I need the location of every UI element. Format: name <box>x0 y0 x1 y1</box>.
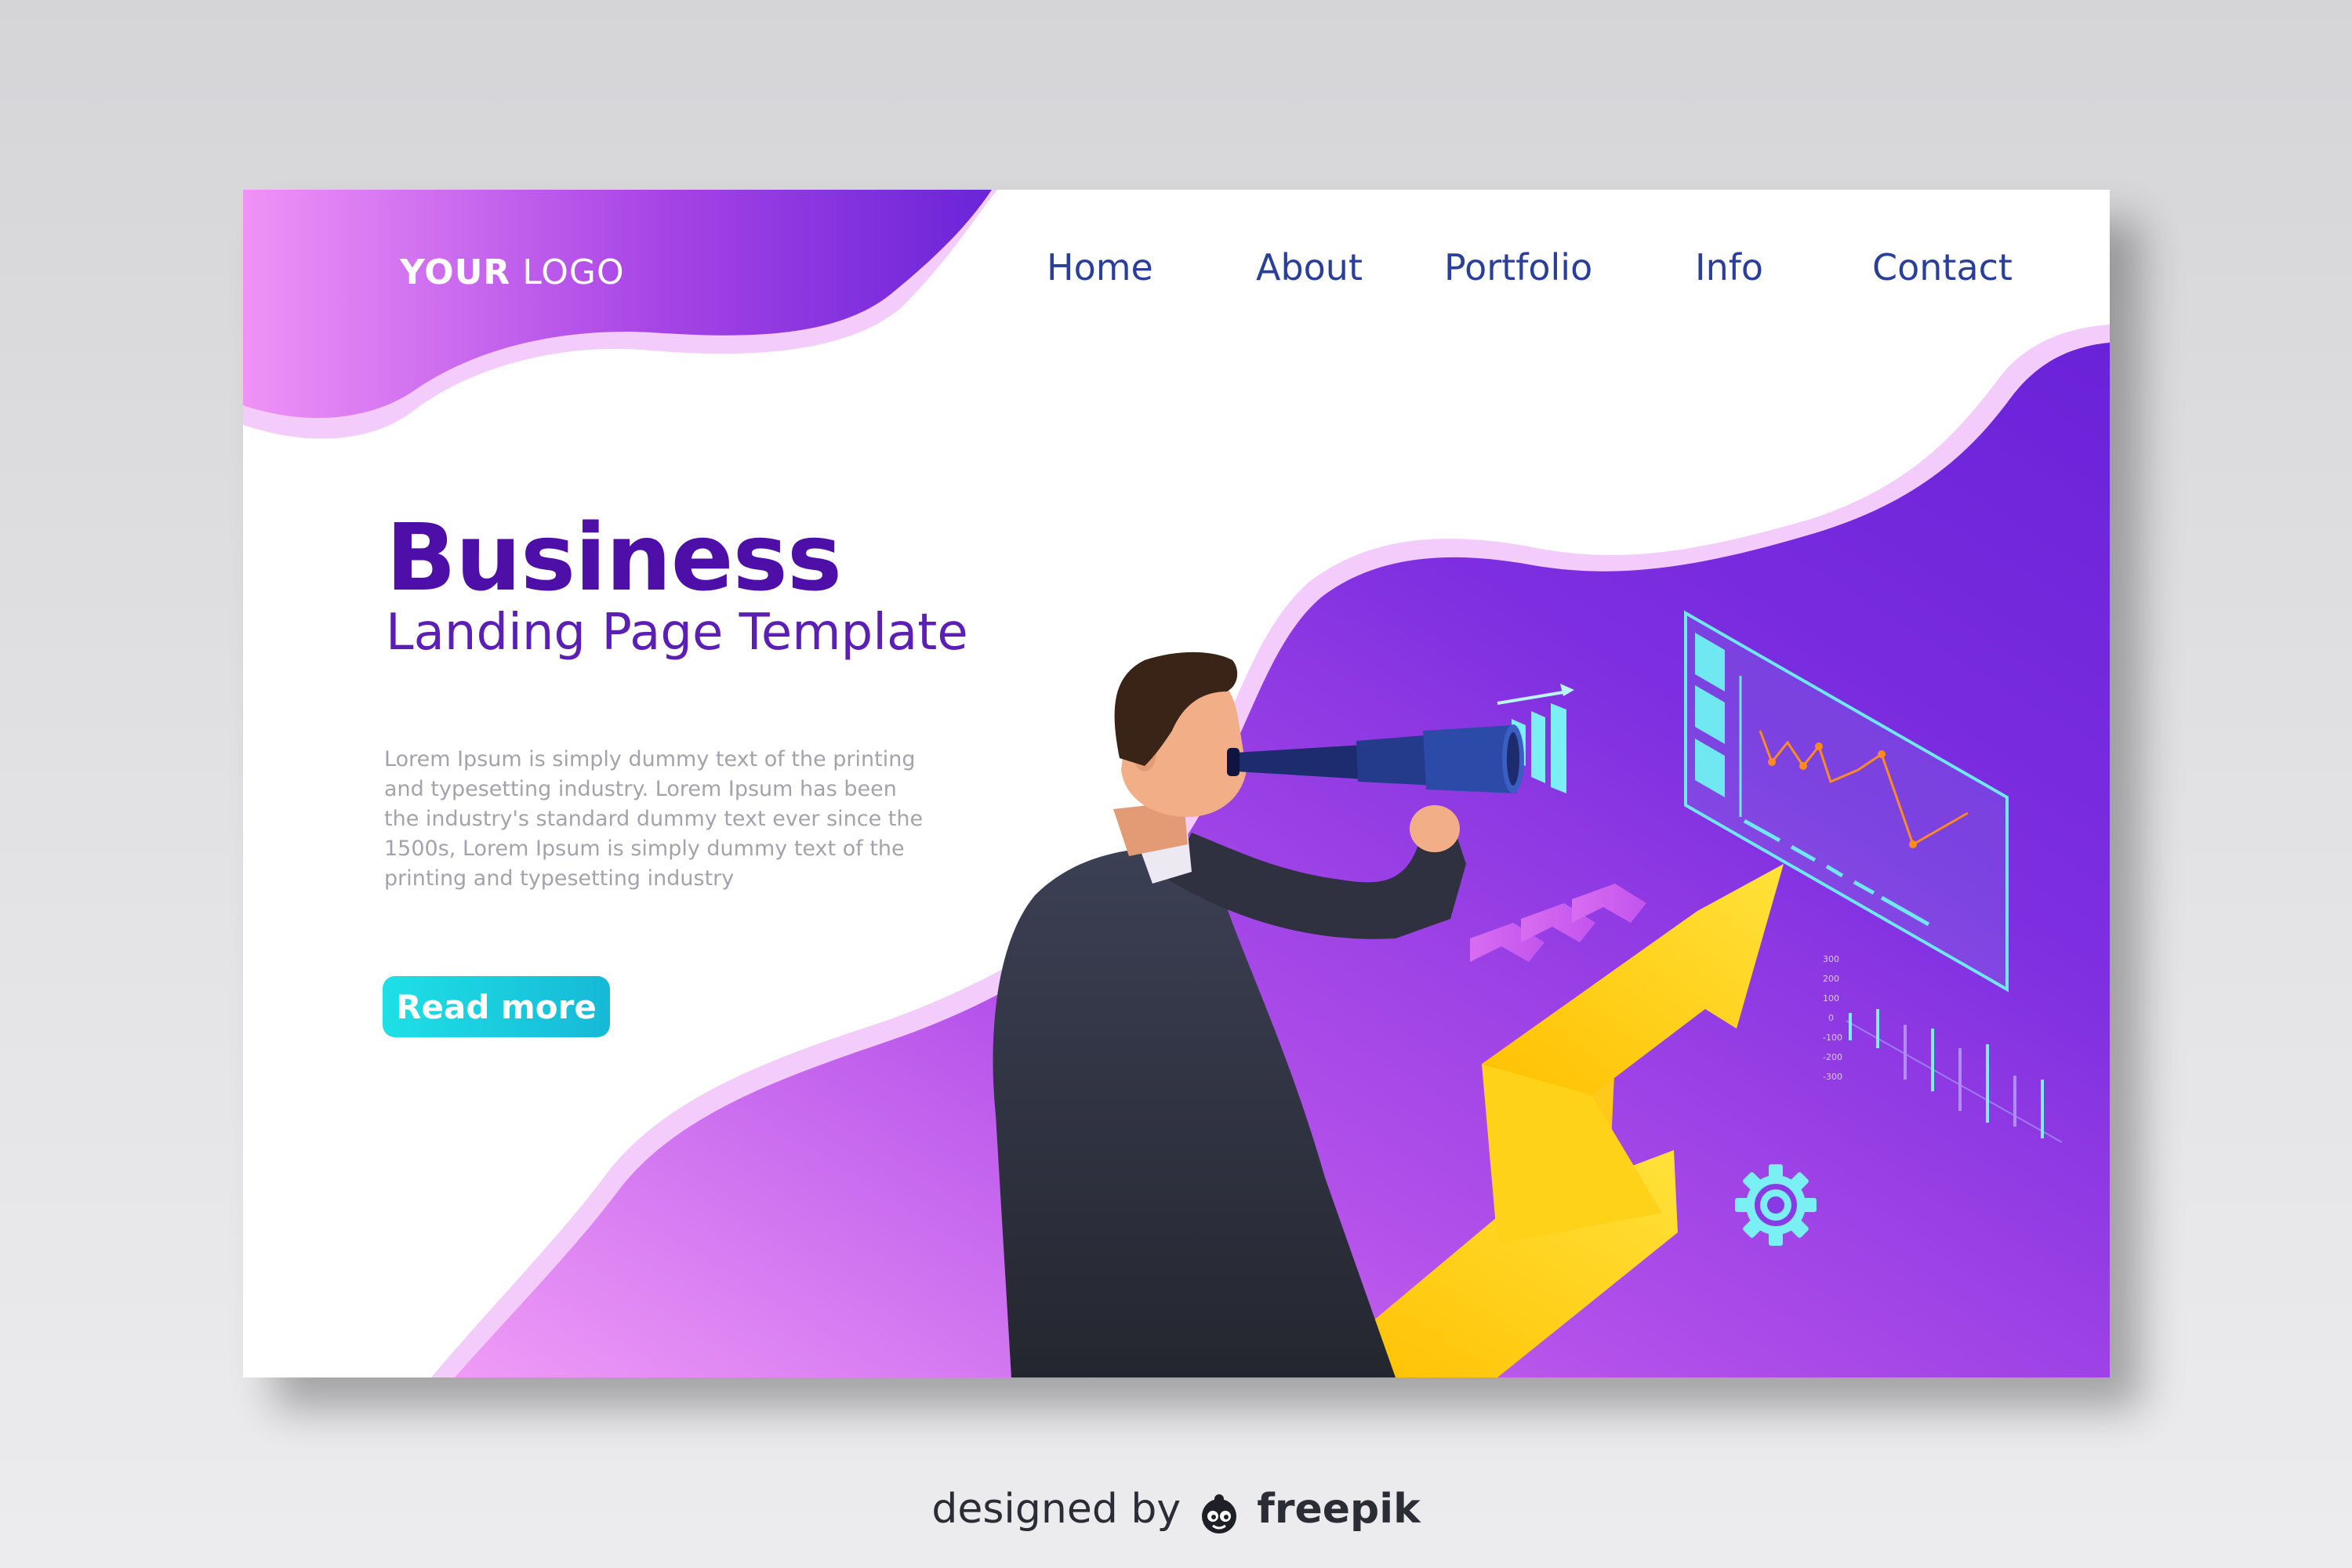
gear-icon <box>1735 1164 1817 1246</box>
axis-tick-label: 0 <box>1828 1013 1834 1023</box>
axis-tick-label: 200 <box>1823 974 1839 984</box>
axis-tick-label: -300 <box>1823 1072 1842 1082</box>
axis-tick-label: -100 <box>1823 1033 1842 1043</box>
chevron-arrows-icon <box>1470 884 1646 962</box>
axis-chart: 300 200 100 0 -100 -200 -300 <box>1823 954 2063 1143</box>
axis-tick-label: 100 <box>1823 993 1839 1004</box>
axis-tick-label: -200 <box>1823 1052 1842 1062</box>
footer-credit: designed by freepik <box>0 1486 2352 1535</box>
growth-arrow-icon <box>1305 864 1784 1377</box>
freepik-logo-icon[interactable] <box>1194 1488 1244 1535</box>
telescope-icon <box>1227 724 1524 793</box>
landing-page-card: YOUR LOGO Home About Portfolio Info Cont… <box>243 190 2110 1377</box>
footer-prefix: designed by <box>931 1486 1181 1533</box>
footer-brand[interactable]: freepik <box>1257 1486 1420 1533</box>
axis-tick-label: 300 <box>1823 954 1839 964</box>
business-illustration: 300 200 100 0 -100 -200 -300 <box>993 610 2063 1377</box>
